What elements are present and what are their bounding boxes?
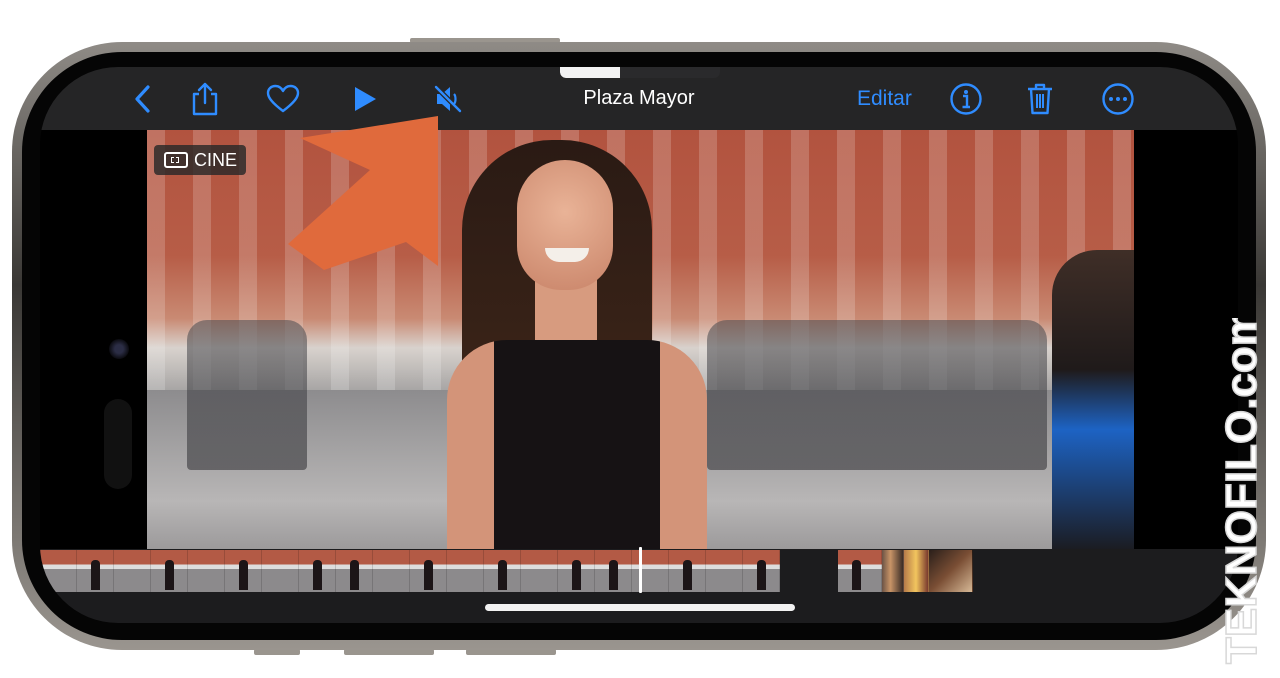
playhead[interactable]: [639, 547, 642, 593]
filmstrip-frame[interactable]: [373, 550, 410, 592]
front-camera: [109, 339, 129, 359]
top-toolbar: Plaza Mayor Editar: [40, 67, 1238, 130]
cinematic-label: CINE: [194, 149, 238, 170]
phone-screen: CINE Plaza Mayor Editar: [40, 67, 1238, 623]
thumbnail[interactable]: [882, 550, 904, 592]
photo-thumbnails[interactable]: [838, 550, 973, 592]
thumbnail[interactable]: [838, 550, 882, 592]
person-face: [517, 160, 613, 290]
thumbnail[interactable]: [904, 550, 929, 592]
dynamic-island: [104, 399, 132, 489]
person-body: [447, 340, 707, 549]
passerby: [1052, 250, 1134, 549]
filmstrip-frame[interactable]: [299, 550, 336, 592]
filmstrip[interactable]: [40, 547, 1238, 623]
cinematic-badge: CINE: [154, 145, 246, 175]
trash-icon[interactable]: [1024, 81, 1056, 117]
home-indicator[interactable]: [485, 604, 795, 611]
filmstrip-frame[interactable]: [410, 550, 447, 592]
thumbnail[interactable]: [929, 550, 973, 592]
video-frames[interactable]: [40, 550, 780, 592]
filmstrip-frame[interactable]: [114, 550, 151, 592]
filmstrip-frame[interactable]: [40, 550, 77, 592]
edit-button[interactable]: Editar: [857, 87, 912, 111]
filmstrip-frame[interactable]: [521, 550, 558, 592]
cinematic-icon: [164, 152, 188, 168]
video-title: Plaza Mayor: [583, 87, 695, 109]
filmstrip-frame[interactable]: [669, 550, 706, 592]
filmstrip-frame[interactable]: [447, 550, 484, 592]
watermark: TEKNOFILO.com: [1218, 318, 1267, 665]
filmstrip-frame[interactable]: [77, 550, 114, 592]
filmstrip-frame[interactable]: [262, 550, 299, 592]
filmstrip-frame[interactable]: [484, 550, 521, 592]
filmstrip-frame[interactable]: [336, 550, 373, 592]
filmstrip-frame[interactable]: [595, 550, 632, 592]
filmstrip-frame[interactable]: [706, 550, 743, 592]
watermark-text: TEKNOFILO.com: [1218, 318, 1266, 664]
filmstrip-frame[interactable]: [558, 550, 595, 592]
filmstrip-frame[interactable]: [743, 550, 780, 592]
crowd: [187, 320, 307, 470]
more-icon[interactable]: [1100, 81, 1136, 117]
filmstrip-frame[interactable]: [632, 550, 669, 592]
status-indicator: [560, 67, 720, 78]
crowd: [707, 320, 1047, 470]
filmstrip-frame[interactable]: [188, 550, 225, 592]
filmstrip-frame[interactable]: [225, 550, 262, 592]
annotation-arrow-icon: [288, 116, 438, 270]
filmstrip-frame[interactable]: [151, 550, 188, 592]
info-icon[interactable]: [948, 81, 984, 117]
